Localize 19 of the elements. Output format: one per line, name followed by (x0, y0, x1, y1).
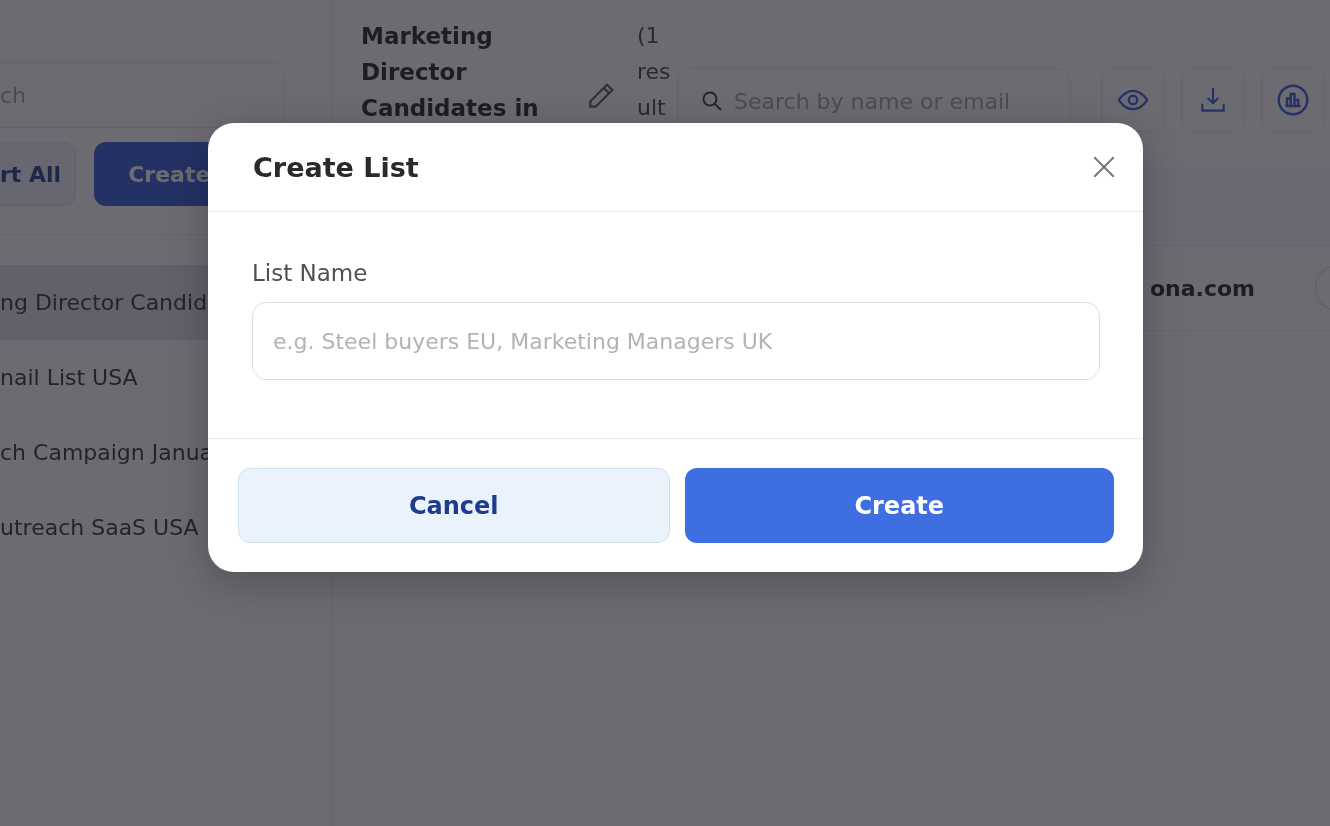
close-icon (1091, 154, 1117, 180)
result-count: res (637, 58, 672, 86)
stats-button[interactable] (1261, 68, 1325, 132)
list-name-field[interactable]: e.g. Steel buyers EU, Marketing Managers UK (252, 302, 1100, 380)
list-title: Director (361, 58, 468, 87)
list-title: Candidates in (361, 94, 540, 123)
create-button[interactable]: Create (684, 468, 1114, 543)
select-all-button[interactable]: rt All (0, 142, 77, 206)
dialog-title: Create List (253, 151, 419, 183)
cancel-button[interactable]: Cancel (238, 468, 670, 543)
list-title: Marketing (361, 22, 494, 51)
close-button[interactable] (1091, 154, 1117, 180)
view-button[interactable] (1101, 68, 1165, 132)
search-icon (700, 89, 724, 113)
email-cell: ona.com (1149, 275, 1255, 301)
result-count: ult (637, 94, 667, 122)
result-count: (1 (637, 22, 661, 50)
bar-chart-icon (1275, 82, 1311, 118)
download-button[interactable] (1181, 68, 1245, 132)
